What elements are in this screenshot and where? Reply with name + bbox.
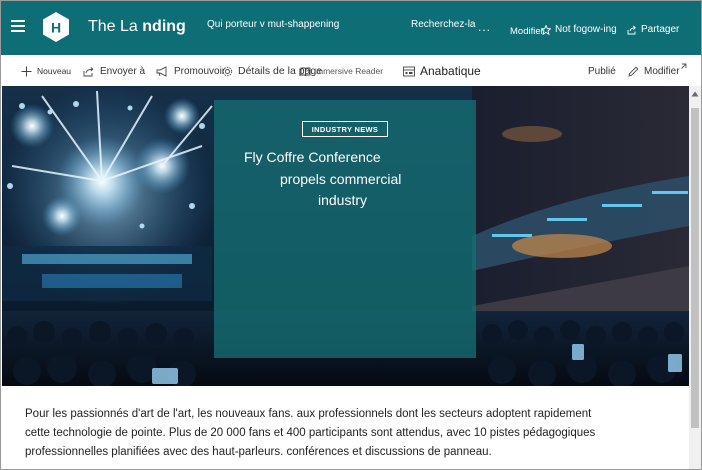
published-label: Publié (588, 65, 616, 77)
promote-label: Promouvoir (174, 65, 226, 77)
hero-news-card[interactable]: INDUSTRY NEWS Fly Coffre Conference prop… (214, 100, 476, 358)
industry-news-tag: INDUSTRY NEWS (302, 121, 388, 137)
promote-button[interactable]: Promouvoir (156, 55, 225, 87)
new-label: Nouveau (37, 66, 72, 76)
follow-button[interactable]: Not fogow-ing (541, 24, 617, 35)
megaphone-icon (156, 65, 167, 77)
send-to-button[interactable]: Envoyer à (83, 55, 145, 87)
edit-page-button[interactable]: Modifier (628, 55, 680, 87)
book-icon (300, 67, 311, 76)
hero-headline-line2: propels commercial (280, 171, 402, 187)
vertical-scrollbar[interactable] (689, 86, 701, 469)
immersive-reader-label: mmersive Reader (316, 66, 384, 76)
follow-label: Not fogow-ing (555, 24, 617, 35)
expand-icon[interactable] (678, 63, 687, 72)
site-title[interactable]: The La nding (88, 18, 186, 36)
pencil-icon (628, 66, 639, 77)
share-icon (627, 25, 636, 34)
scroll-up-arrow-icon[interactable] (689, 88, 701, 100)
send-label: Envoyer à (100, 65, 146, 77)
gear-icon (222, 66, 233, 76)
nav-link-2[interactable]: Recherchez-la (411, 19, 475, 30)
hero-headline-line3: industry (318, 192, 368, 208)
site-logo[interactable]: H (40, 11, 72, 43)
send-icon (83, 66, 94, 76)
chart-icon (403, 66, 415, 76)
edit-page-label: Modifier (644, 65, 680, 77)
article-paragraph-line1: Pour les passionnés d'art de l'art, les … (25, 408, 592, 420)
published-status: Publié (588, 55, 616, 87)
analytics-label: Anabatique (420, 64, 481, 78)
plus-icon (21, 66, 32, 76)
star-icon (541, 24, 551, 35)
site-title-part2: nding (142, 18, 186, 35)
article-paragraph-line3: professionnelles planifiées avec des hau… (25, 446, 492, 458)
nav-more-button[interactable]: ... (478, 20, 491, 34)
nav-link-1[interactable]: Qui porteur v mut-shappening (207, 19, 339, 30)
share-label: Partager (641, 24, 680, 35)
svg-text:H: H (51, 20, 61, 36)
browser-frame: H The La nding Qui porteur v mut-shappen… (0, 0, 702, 470)
site-title-part1: The La (88, 18, 138, 35)
site-header: H The La nding Qui porteur v mut-shappen… (1, 1, 701, 55)
article-paragraph-line2: cette technologie de pointe. Plus de 20 … (25, 427, 596, 439)
command-bar: Nouveau Envoyer à Promouvoir Détails de … (1, 55, 701, 87)
analytics-button[interactable]: Anabatique (403, 55, 481, 87)
immersive-reader-button[interactable]: mmersive Reader (300, 55, 383, 87)
new-button[interactable]: Nouveau (21, 55, 71, 87)
hero-headline-line1: Fly Coffre Conference (244, 149, 381, 165)
hamburger-menu-icon[interactable] (11, 20, 25, 32)
scrollbar-thumb[interactable] (691, 108, 699, 428)
share-button[interactable]: Partager (627, 24, 679, 35)
article-body: Pour les passionnés d'art de l'art, les … (25, 405, 675, 462)
header-edit-link[interactable]: Modifier (510, 26, 544, 37)
hero-banner[interactable]: INDUSTRY NEWS Fly Coffre Conference prop… (2, 86, 689, 386)
